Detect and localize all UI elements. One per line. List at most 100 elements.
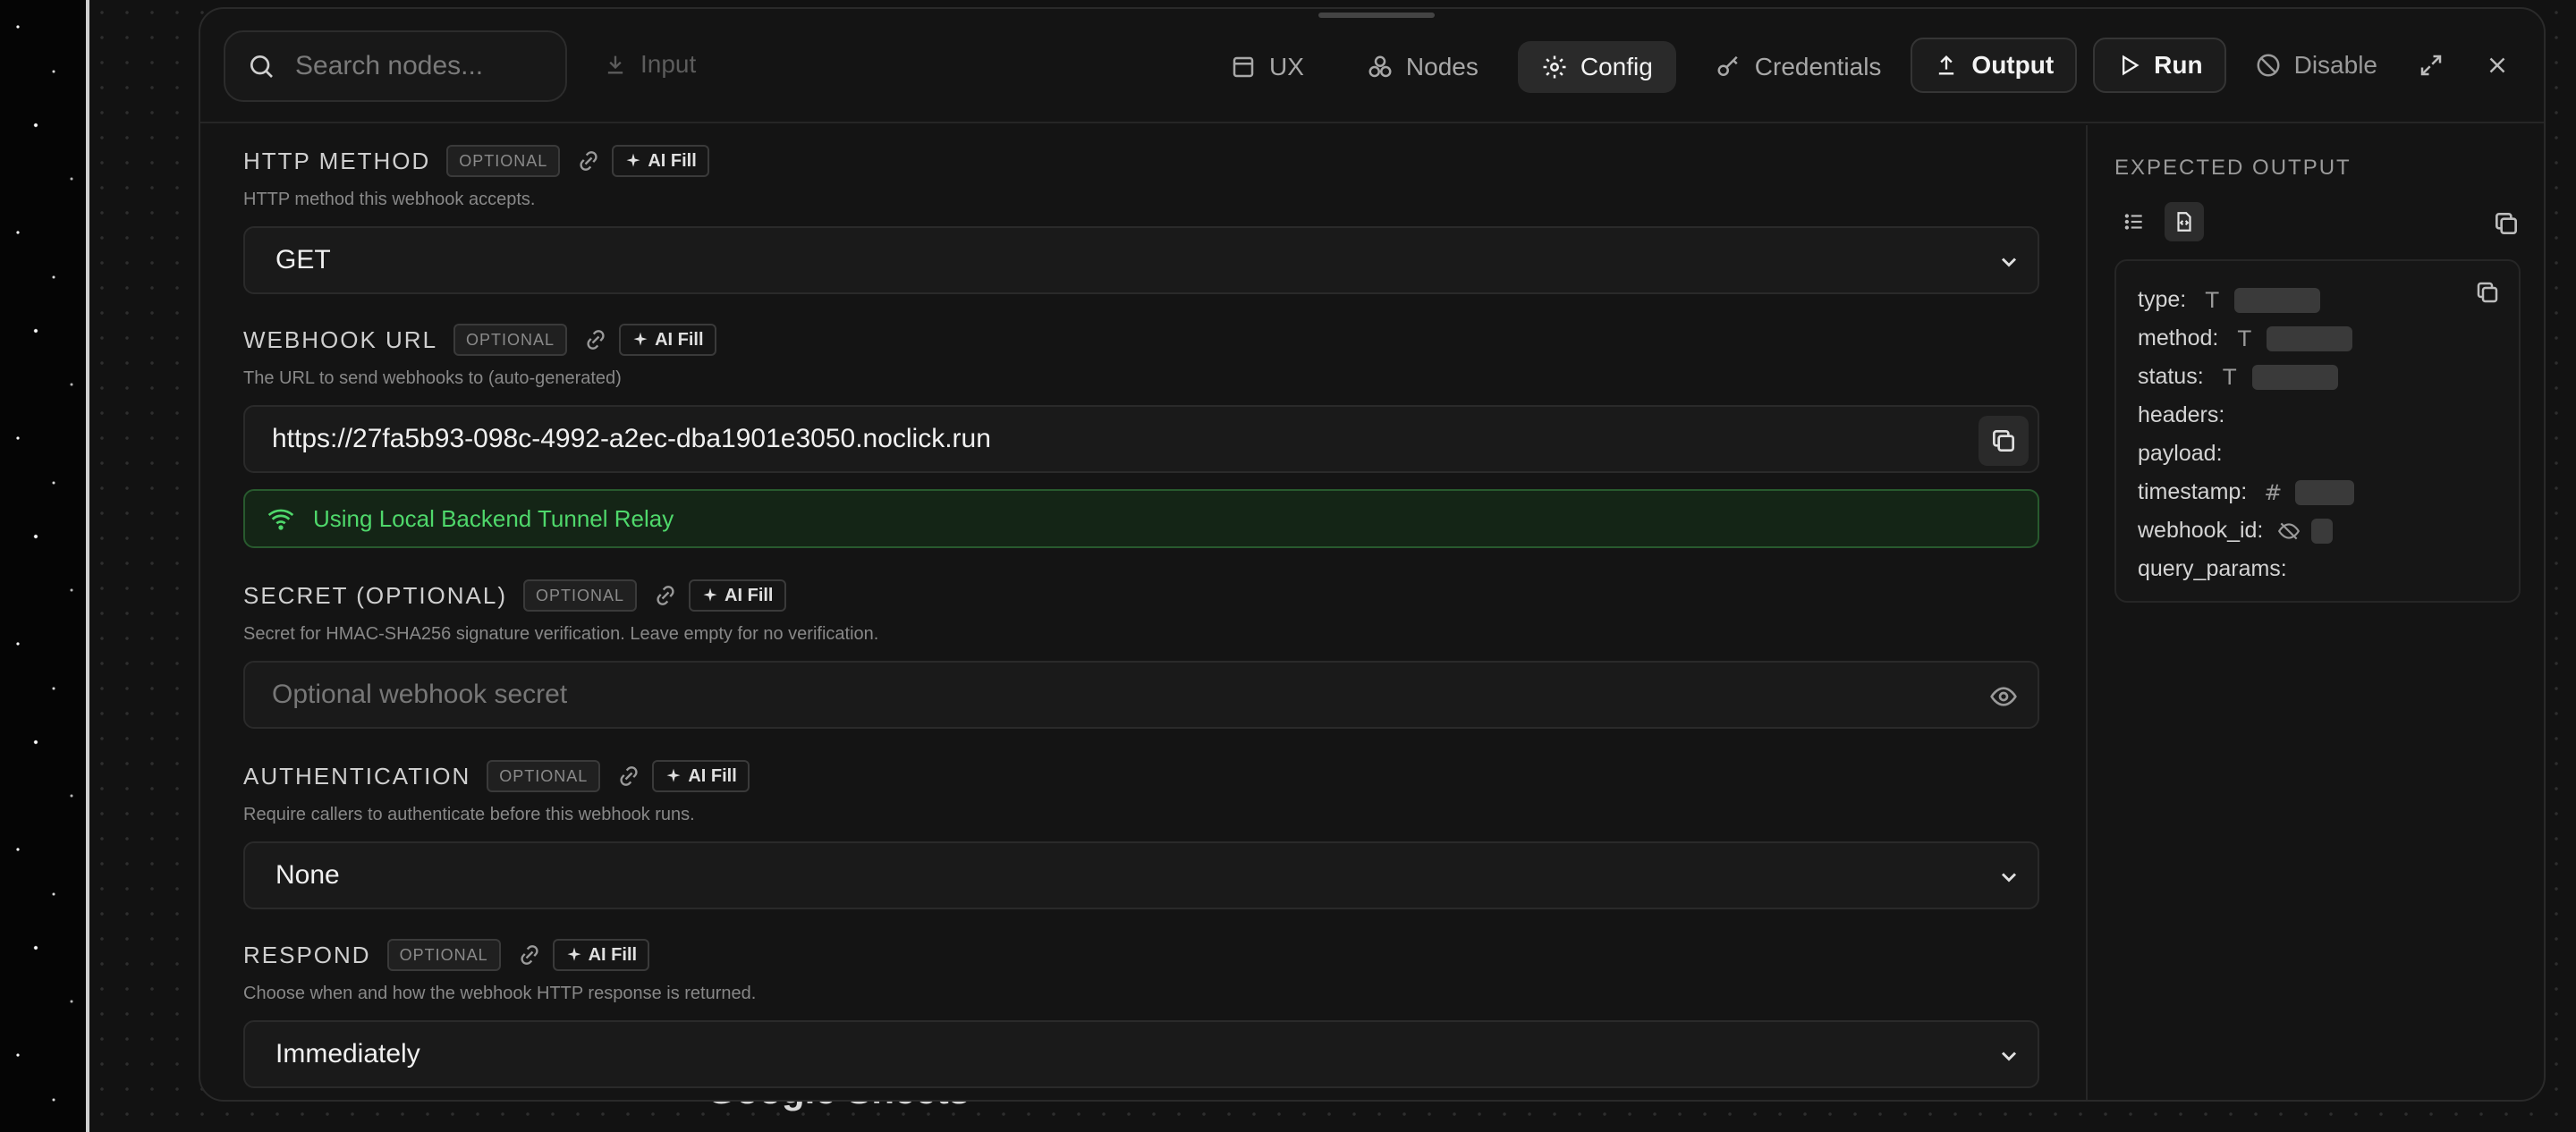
section-label: HTTP METHOD	[243, 147, 431, 174]
select-value: Immediately	[275, 1039, 420, 1069]
file-code-icon	[2177, 212, 2191, 232]
tab-nodes[interactable]: Nodes	[1343, 41, 1502, 93]
list-icon	[2124, 214, 2142, 230]
tab-bar: UX Nodes Config Credentials	[1207, 41, 1904, 93]
download-icon	[607, 55, 623, 74]
copy-url-button[interactable]	[1979, 416, 2029, 466]
expand-icon	[2420, 55, 2442, 76]
webhook-url-field[interactable]: https://27fa5b93-098c-4992-a2ec-dba1901e…	[243, 405, 2039, 473]
field-name: headers:	[2138, 402, 2225, 427]
tab-config[interactable]: Config	[1517, 41, 1676, 93]
ai-fill-label: AI Fill	[688, 765, 737, 786]
sparkle-icon	[567, 947, 581, 961]
ai-fill-label: AI Fill	[655, 329, 704, 350]
ai-fill-button[interactable]: AI Fill	[619, 324, 716, 356]
key-icon	[1717, 55, 1738, 76]
search-box[interactable]	[224, 30, 567, 102]
toolbar-actions: Output Run Disable	[1911, 38, 2522, 93]
expected-output-title: EXPECTED OUTPUT	[2114, 156, 2351, 180]
section-description: HTTP method this webhook accepts.	[243, 190, 536, 209]
field-name: payload:	[2138, 441, 2223, 466]
tunnel-status-text: Using Local Backend Tunnel Relay	[313, 504, 674, 532]
link-icon[interactable]	[517, 942, 542, 967]
select-value: GET	[275, 245, 331, 275]
value-placeholder	[2251, 364, 2338, 390]
null-type-icon	[2277, 520, 2301, 543]
optional-badge: OPTIONAL	[386, 939, 501, 971]
field-name: status:	[2138, 364, 2204, 389]
section-label: AUTHENTICATION	[243, 762, 471, 790]
field-name: method:	[2138, 325, 2219, 351]
run-button[interactable]: Run	[2093, 38, 2226, 93]
value-placeholder	[2295, 479, 2355, 505]
schema-field: type: T	[2138, 281, 2497, 319]
tab-credentials[interactable]: Credentials	[1692, 41, 1905, 93]
schema-field: method: T	[2138, 319, 2497, 358]
tab-config-label: Config	[1580, 53, 1653, 80]
schema-field: headers:	[2138, 396, 2497, 435]
ai-fill-label: AI Fill	[648, 150, 697, 171]
disable-button-label: Disable	[2293, 51, 2377, 79]
chevron-down-icon	[2001, 873, 2017, 883]
field-name: query_params:	[2138, 556, 2287, 581]
json-view-button[interactable]	[2165, 202, 2204, 241]
ai-fill-label: AI Fill	[588, 944, 638, 965]
optional-badge: OPTIONAL	[487, 760, 601, 792]
respond-select[interactable]: Immediately	[243, 1020, 2039, 1088]
link-icon[interactable]	[583, 327, 608, 352]
search-icon	[250, 55, 273, 78]
ai-fill-button[interactable]: AI Fill	[552, 939, 650, 971]
play-icon	[2123, 55, 2140, 76]
tab-credentials-label: Credentials	[1754, 53, 1882, 80]
chevron-down-icon	[2001, 258, 2017, 267]
input-button[interactable]: Input	[603, 50, 696, 79]
ai-fill-label: AI Fill	[724, 585, 774, 605]
expand-button[interactable]	[2406, 40, 2456, 90]
http-method-select[interactable]: GET	[243, 226, 2039, 294]
sparkle-icon	[703, 587, 717, 602]
section-http-method: HTTP METHOD OPTIONAL AI Fill HTTP method…	[243, 143, 2039, 294]
link-icon[interactable]	[653, 583, 678, 608]
list-view-button[interactable]	[2114, 202, 2154, 241]
authentication-select[interactable]: None	[243, 841, 2039, 909]
field-name: webhook_id:	[2138, 518, 2264, 543]
disable-button[interactable]: Disable	[2242, 51, 2390, 80]
section-secret: SECRET (OPTIONAL) OPTIONAL AI Fill Secre…	[243, 578, 2039, 729]
gear-icon	[1543, 55, 1566, 79]
link-icon[interactable]	[616, 764, 641, 789]
schema-field: webhook_id:	[2138, 511, 2497, 550]
expected-output-pane: EXPECTED OUTPUT type: T method: T status…	[2088, 125, 2544, 1100]
select-value: None	[275, 860, 340, 890]
run-button-label: Run	[2154, 51, 2203, 79]
chevron-down-icon	[2001, 1052, 2017, 1061]
tab-ux-label: UX	[1269, 53, 1304, 80]
ai-fill-button[interactable]: AI Fill	[652, 760, 750, 792]
tab-nodes-label: Nodes	[1405, 53, 1479, 80]
schema-field: query_params:	[2138, 550, 2497, 588]
output-button[interactable]: Output	[1911, 38, 2078, 93]
tunnel-status-banner: Using Local Backend Tunnel Relay	[243, 489, 2039, 548]
optional-badge: OPTIONAL	[446, 145, 561, 177]
eye-icon[interactable]	[1989, 682, 2018, 711]
section-description: Secret for HMAC-SHA256 signature verific…	[243, 624, 879, 644]
section-webhook-url: WEBHOOK URL OPTIONAL AI Fill The URL to …	[243, 322, 2039, 548]
input-button-label: Input	[640, 50, 697, 78]
ai-fill-button[interactable]: AI Fill	[689, 579, 786, 612]
nodes-icon	[1368, 55, 1392, 78]
close-button[interactable]	[2472, 40, 2522, 90]
section-authentication: AUTHENTICATION OPTIONAL AI Fill Require …	[243, 758, 2039, 909]
tab-ux[interactable]: UX	[1207, 41, 1327, 93]
ai-fill-button[interactable]: AI Fill	[612, 145, 709, 177]
text-type-icon: T	[2238, 325, 2251, 351]
upload-icon	[1939, 55, 1954, 75]
secret-placeholder: Optional webhook secret	[272, 680, 568, 709]
secret-field[interactable]: Optional webhook secret	[243, 661, 2039, 729]
output-button-label: Output	[1971, 51, 2055, 79]
search-input[interactable]	[295, 51, 546, 81]
copy-icon[interactable]	[2492, 209, 2521, 238]
link-icon[interactable]	[576, 148, 601, 173]
optional-badge: OPTIONAL	[523, 579, 638, 612]
section-label: WEBHOOK URL	[243, 325, 438, 353]
copy-icon[interactable]	[2474, 279, 2501, 306]
section-label: RESPOND	[243, 941, 371, 968]
